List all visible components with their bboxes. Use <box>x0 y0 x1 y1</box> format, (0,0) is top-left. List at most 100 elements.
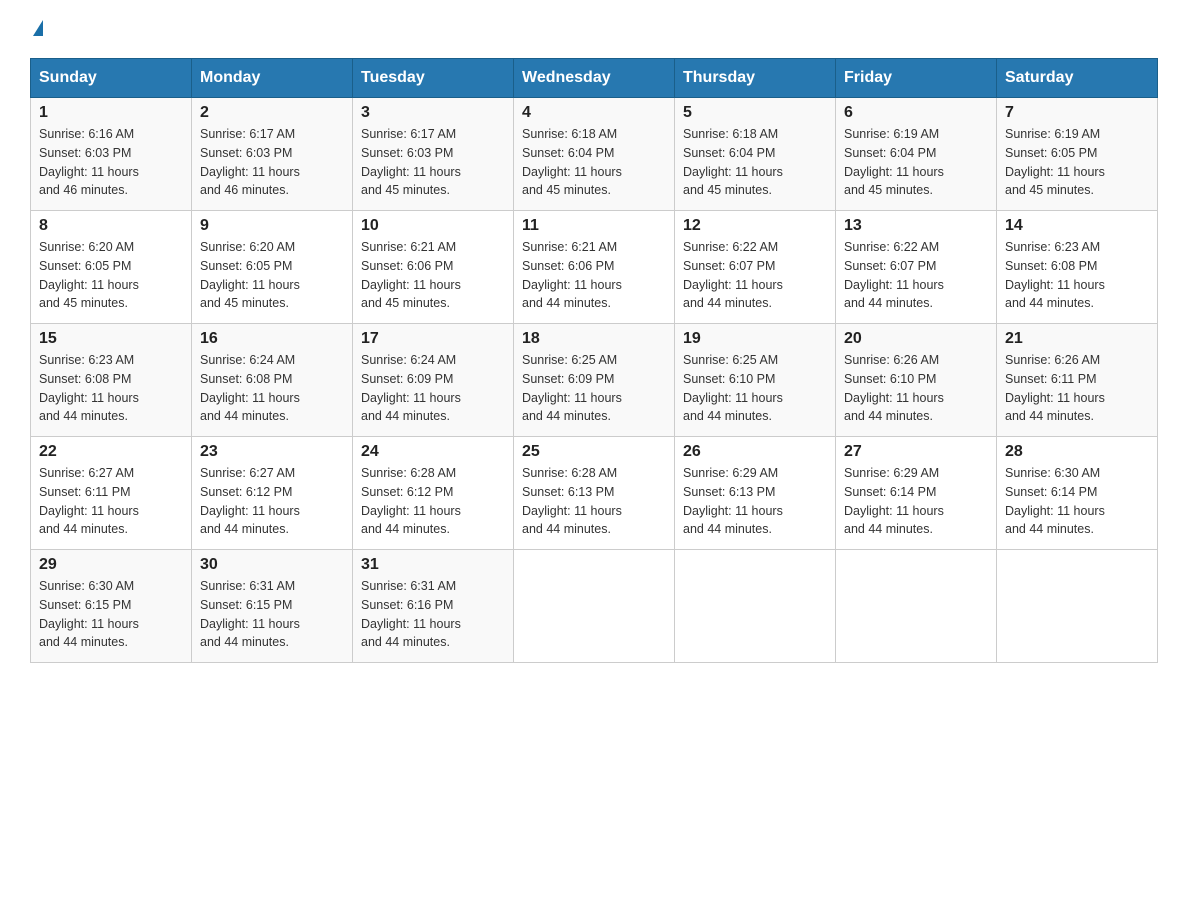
calendar-week-row: 15 Sunrise: 6:23 AMSunset: 6:08 PMDaylig… <box>31 324 1158 437</box>
day-number: 31 <box>361 556 505 574</box>
page-header <box>30 20 1158 38</box>
day-number: 21 <box>1005 330 1149 348</box>
calendar-cell: 15 Sunrise: 6:23 AMSunset: 6:08 PMDaylig… <box>31 324 192 437</box>
day-info: Sunrise: 6:22 AMSunset: 6:07 PMDaylight:… <box>844 238 988 313</box>
day-info: Sunrise: 6:24 AMSunset: 6:09 PMDaylight:… <box>361 351 505 426</box>
calendar-cell <box>997 550 1158 663</box>
day-info: Sunrise: 6:20 AMSunset: 6:05 PMDaylight:… <box>200 238 344 313</box>
calendar-cell: 27 Sunrise: 6:29 AMSunset: 6:14 PMDaylig… <box>836 437 997 550</box>
calendar-cell: 8 Sunrise: 6:20 AMSunset: 6:05 PMDayligh… <box>31 211 192 324</box>
day-number: 5 <box>683 104 827 122</box>
calendar-cell: 14 Sunrise: 6:23 AMSunset: 6:08 PMDaylig… <box>997 211 1158 324</box>
calendar-cell: 2 Sunrise: 6:17 AMSunset: 6:03 PMDayligh… <box>192 98 353 211</box>
calendar-cell: 4 Sunrise: 6:18 AMSunset: 6:04 PMDayligh… <box>514 98 675 211</box>
calendar-cell: 25 Sunrise: 6:28 AMSunset: 6:13 PMDaylig… <box>514 437 675 550</box>
day-info: Sunrise: 6:26 AMSunset: 6:10 PMDaylight:… <box>844 351 988 426</box>
calendar-header-row: SundayMondayTuesdayWednesdayThursdayFrid… <box>31 59 1158 98</box>
day-number: 12 <box>683 217 827 235</box>
calendar-cell: 18 Sunrise: 6:25 AMSunset: 6:09 PMDaylig… <box>514 324 675 437</box>
calendar-cell: 11 Sunrise: 6:21 AMSunset: 6:06 PMDaylig… <box>514 211 675 324</box>
calendar-cell: 16 Sunrise: 6:24 AMSunset: 6:08 PMDaylig… <box>192 324 353 437</box>
day-info: Sunrise: 6:23 AMSunset: 6:08 PMDaylight:… <box>39 351 183 426</box>
calendar-cell: 31 Sunrise: 6:31 AMSunset: 6:16 PMDaylig… <box>353 550 514 663</box>
day-number: 20 <box>844 330 988 348</box>
day-number: 8 <box>39 217 183 235</box>
calendar-cell <box>514 550 675 663</box>
day-info: Sunrise: 6:27 AMSunset: 6:12 PMDaylight:… <box>200 464 344 539</box>
day-number: 6 <box>844 104 988 122</box>
day-number: 17 <box>361 330 505 348</box>
calendar-cell <box>836 550 997 663</box>
day-number: 13 <box>844 217 988 235</box>
day-info: Sunrise: 6:31 AMSunset: 6:15 PMDaylight:… <box>200 577 344 652</box>
day-info: Sunrise: 6:25 AMSunset: 6:10 PMDaylight:… <box>683 351 827 426</box>
day-number: 29 <box>39 556 183 574</box>
day-info: Sunrise: 6:31 AMSunset: 6:16 PMDaylight:… <box>361 577 505 652</box>
header-saturday: Saturday <box>997 59 1158 98</box>
calendar-cell: 12 Sunrise: 6:22 AMSunset: 6:07 PMDaylig… <box>675 211 836 324</box>
day-info: Sunrise: 6:22 AMSunset: 6:07 PMDaylight:… <box>683 238 827 313</box>
day-number: 15 <box>39 330 183 348</box>
day-number: 28 <box>1005 443 1149 461</box>
calendar-cell: 5 Sunrise: 6:18 AMSunset: 6:04 PMDayligh… <box>675 98 836 211</box>
calendar-cell: 20 Sunrise: 6:26 AMSunset: 6:10 PMDaylig… <box>836 324 997 437</box>
day-number: 23 <box>200 443 344 461</box>
calendar-cell <box>675 550 836 663</box>
calendar-cell: 19 Sunrise: 6:25 AMSunset: 6:10 PMDaylig… <box>675 324 836 437</box>
day-info: Sunrise: 6:20 AMSunset: 6:05 PMDaylight:… <box>39 238 183 313</box>
calendar-cell: 30 Sunrise: 6:31 AMSunset: 6:15 PMDaylig… <box>192 550 353 663</box>
calendar-cell: 6 Sunrise: 6:19 AMSunset: 6:04 PMDayligh… <box>836 98 997 211</box>
day-info: Sunrise: 6:24 AMSunset: 6:08 PMDaylight:… <box>200 351 344 426</box>
day-number: 4 <box>522 104 666 122</box>
day-info: Sunrise: 6:29 AMSunset: 6:13 PMDaylight:… <box>683 464 827 539</box>
header-wednesday: Wednesday <box>514 59 675 98</box>
day-info: Sunrise: 6:26 AMSunset: 6:11 PMDaylight:… <box>1005 351 1149 426</box>
day-number: 19 <box>683 330 827 348</box>
day-number: 26 <box>683 443 827 461</box>
calendar-cell: 3 Sunrise: 6:17 AMSunset: 6:03 PMDayligh… <box>353 98 514 211</box>
day-info: Sunrise: 6:29 AMSunset: 6:14 PMDaylight:… <box>844 464 988 539</box>
calendar-table: SundayMondayTuesdayWednesdayThursdayFrid… <box>30 58 1158 663</box>
day-number: 30 <box>200 556 344 574</box>
day-number: 16 <box>200 330 344 348</box>
calendar-week-row: 8 Sunrise: 6:20 AMSunset: 6:05 PMDayligh… <box>31 211 1158 324</box>
day-info: Sunrise: 6:17 AMSunset: 6:03 PMDaylight:… <box>200 125 344 200</box>
day-number: 10 <box>361 217 505 235</box>
header-thursday: Thursday <box>675 59 836 98</box>
calendar-cell: 1 Sunrise: 6:16 AMSunset: 6:03 PMDayligh… <box>31 98 192 211</box>
day-number: 18 <box>522 330 666 348</box>
day-info: Sunrise: 6:19 AMSunset: 6:04 PMDaylight:… <box>844 125 988 200</box>
logo <box>30 20 43 38</box>
day-info: Sunrise: 6:27 AMSunset: 6:11 PMDaylight:… <box>39 464 183 539</box>
calendar-cell: 22 Sunrise: 6:27 AMSunset: 6:11 PMDaylig… <box>31 437 192 550</box>
day-number: 7 <box>1005 104 1149 122</box>
day-number: 2 <box>200 104 344 122</box>
day-info: Sunrise: 6:30 AMSunset: 6:15 PMDaylight:… <box>39 577 183 652</box>
calendar-cell: 26 Sunrise: 6:29 AMSunset: 6:13 PMDaylig… <box>675 437 836 550</box>
calendar-cell: 9 Sunrise: 6:20 AMSunset: 6:05 PMDayligh… <box>192 211 353 324</box>
day-info: Sunrise: 6:17 AMSunset: 6:03 PMDaylight:… <box>361 125 505 200</box>
header-monday: Monday <box>192 59 353 98</box>
calendar-cell: 7 Sunrise: 6:19 AMSunset: 6:05 PMDayligh… <box>997 98 1158 211</box>
header-friday: Friday <box>836 59 997 98</box>
day-number: 9 <box>200 217 344 235</box>
day-number: 22 <box>39 443 183 461</box>
day-number: 14 <box>1005 217 1149 235</box>
day-info: Sunrise: 6:16 AMSunset: 6:03 PMDaylight:… <box>39 125 183 200</box>
day-info: Sunrise: 6:28 AMSunset: 6:12 PMDaylight:… <box>361 464 505 539</box>
calendar-cell: 24 Sunrise: 6:28 AMSunset: 6:12 PMDaylig… <box>353 437 514 550</box>
day-info: Sunrise: 6:28 AMSunset: 6:13 PMDaylight:… <box>522 464 666 539</box>
day-number: 11 <box>522 217 666 235</box>
calendar-cell: 23 Sunrise: 6:27 AMSunset: 6:12 PMDaylig… <box>192 437 353 550</box>
calendar-week-row: 1 Sunrise: 6:16 AMSunset: 6:03 PMDayligh… <box>31 98 1158 211</box>
header-sunday: Sunday <box>31 59 192 98</box>
calendar-week-row: 29 Sunrise: 6:30 AMSunset: 6:15 PMDaylig… <box>31 550 1158 663</box>
day-info: Sunrise: 6:18 AMSunset: 6:04 PMDaylight:… <box>522 125 666 200</box>
day-number: 27 <box>844 443 988 461</box>
day-number: 3 <box>361 104 505 122</box>
day-number: 25 <box>522 443 666 461</box>
calendar-cell: 17 Sunrise: 6:24 AMSunset: 6:09 PMDaylig… <box>353 324 514 437</box>
day-info: Sunrise: 6:25 AMSunset: 6:09 PMDaylight:… <box>522 351 666 426</box>
day-info: Sunrise: 6:19 AMSunset: 6:05 PMDaylight:… <box>1005 125 1149 200</box>
calendar-cell: 13 Sunrise: 6:22 AMSunset: 6:07 PMDaylig… <box>836 211 997 324</box>
